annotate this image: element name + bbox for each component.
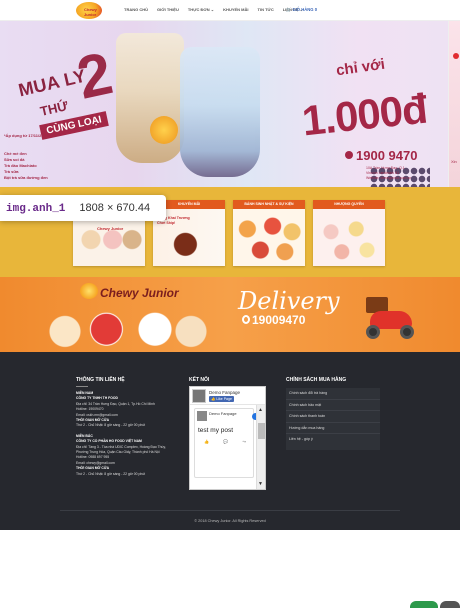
fb-header: Demo Fanpage 👍 Like Page [190, 387, 265, 405]
page: Chewy Junior TRANG CHỦ GIỚI THIỆU THỰC Đ… [0, 0, 460, 608]
policy-list: Chính sách đổi trả hàng Chính sách bảo m… [286, 388, 380, 450]
site-header: Chewy Junior TRANG CHỦ GIỚI THIỆU THỰC Đ… [0, 0, 460, 21]
hero-cup-image [116, 33, 184, 163]
comment-icon[interactable]: 💬 [223, 439, 228, 444]
cart-label: GIỎ HÀNG [292, 7, 314, 12]
peek-text: Xin [451, 159, 457, 164]
fb-page-avatar[interactable] [192, 389, 206, 403]
cart-count: 0 [314, 7, 318, 12]
policy-link[interactable]: Chính sách bảo mật [286, 400, 380, 411]
chat-widget-tab[interactable] [440, 601, 460, 608]
footer-heading: CHÍNH SÁCH MUA HÀNG [286, 377, 347, 383]
policy-link[interactable]: Hướng dẫn mua hàng [286, 423, 380, 434]
footer-divider [60, 510, 400, 511]
policy-link[interactable]: Liên hệ - góp ý [286, 434, 380, 446]
hero-cup-image [180, 47, 430, 187]
fb-scrollbar[interactable]: ▲ ▼ [256, 405, 265, 489]
promo-card-text: Chewy Junior [97, 226, 124, 231]
fb-post-actions: 👍 💬 ↪ [197, 439, 253, 444]
footer-heading: THÔNG TIN LIÊN HỆ [76, 377, 125, 383]
scrollbar-thumb[interactable] [258, 423, 265, 439]
hero-address: Website: chewyjunior.com.vn [366, 176, 412, 180]
promo-card-image [313, 209, 385, 266]
hero-addresses: 10A Trần Hưng Đạo, Q.1 Vincom Landmark 8… [366, 166, 411, 181]
fb-post-avatar [197, 411, 207, 421]
contact-south: MIỀN NAM CÔNG TY TNHH TH FOOD Địa chỉ: 34 … [76, 391, 166, 429]
promo-card-label: BÁNH SINH NHẬT & SỰ KIỆN [233, 200, 305, 209]
delivery-banner[interactable]: Chewy Junior Delivery 19009470 [0, 277, 460, 352]
facebook-page-widget[interactable]: Demo Fanpage 👍 Like Page Demo Fanpage te… [189, 386, 266, 490]
tooltip-dimensions: 1808 × 670.44 [79, 202, 151, 214]
promo-card-birthday[interactable]: BÁNH SINH NHẬT & SỰ KIỆN [233, 200, 305, 266]
tooltip-selector: img.anh_1 [6, 203, 66, 215]
delivery-brand: Chewy Junior [100, 286, 179, 300]
hero-subtitle: THỨ [38, 98, 70, 119]
nav-menu[interactable]: THỰC ĐƠN ⌄ [188, 7, 214, 12]
main-nav: TRANG CHỦ GIỚI THIỆU THỰC ĐƠN ⌄ KHUYẾN M… [124, 7, 303, 12]
cart-link[interactable]: 🛒 GIỎ HÀNG 0 [286, 7, 317, 13]
scroll-up-icon[interactable]: ▲ [258, 407, 263, 413]
like-icon[interactable]: 👍 [204, 439, 209, 444]
footer-contact: THÔNG TIN LIÊN HỆ MIỀN NAM CÔNG TY TNHH T… [76, 377, 166, 477]
peek-dot [453, 53, 459, 59]
footer-connect: KẾT NỐI [189, 377, 209, 383]
scroll-down-icon[interactable]: ▼ [258, 481, 263, 487]
delivery-title: Delivery [238, 287, 340, 315]
hero-logo-badge [150, 116, 178, 144]
footer-policy: CHÍNH SÁCH MUA HÀNG [286, 377, 346, 383]
hero-note: *Áp dụng từ 17/11/2017 [4, 133, 49, 138]
footer-heading: KẾT NỐI [189, 377, 210, 383]
policy-link[interactable]: Chính sách thanh toán [286, 411, 380, 423]
cart-icon: 🛒 [286, 7, 292, 12]
fb-post-text: test my post [198, 427, 234, 434]
delivery-phone: 19009470 [252, 313, 306, 327]
hero-title: MUA LY [16, 65, 88, 101]
promo-card-image [233, 209, 305, 266]
nav-promotions[interactable]: KHUYẾN MÃI [223, 7, 248, 12]
chat-widget-tab[interactable] [410, 601, 438, 608]
fb-page-name[interactable]: Demo Fanpage [209, 390, 240, 395]
scooter-icon [360, 293, 420, 343]
fb-post-author[interactable]: Demo Fanpage [209, 411, 237, 416]
promo-card-label: NHƯỢNG QUYỀN [313, 200, 385, 209]
contact-line: Thứ 2 - Chủ Nhật: 8 giờ sáng - 22 giờ 00… [76, 471, 146, 476]
policy-link[interactable]: Chính sách đổi trả hàng [286, 388, 380, 400]
hero-banner[interactable]: 2 MUA LY THỨ CÙNG LOẠI *Áp dụng từ 17/11… [0, 21, 448, 187]
brand-logo-text: Chewy Junior [84, 7, 97, 17]
nav-home[interactable]: TRANG CHỦ [124, 7, 148, 12]
hero-hotline: 1900 9470 [356, 148, 418, 163]
brand-logo[interactable]: Chewy Junior [76, 2, 102, 19]
devtools-element-tooltip: img.anh_1 1808 × 670.44 [0, 195, 166, 221]
hero-price-prefix: chỉ với [335, 55, 386, 80]
fb-like-button[interactable]: 👍 Like Page [209, 396, 234, 402]
nav-about[interactable]: GIỚI THIỆU [157, 7, 179, 12]
cakes-image [38, 305, 218, 349]
hero-price: 1.000đ [299, 84, 429, 145]
brand-logo-icon [80, 283, 98, 299]
hero-list-item: Bột trà sữa đường đen [4, 175, 48, 180]
phone-icon [345, 151, 353, 159]
next-slide-peek[interactable]: Xin [448, 21, 460, 187]
hero-product-list: Chè mè đen Sữa soi đá Trà đào Machiato T… [4, 151, 48, 181]
nav-news[interactable]: TIN TỨC [258, 7, 274, 12]
phone-icon [242, 315, 250, 324]
promo-card-franchise[interactable]: NHƯỢNG QUYỀN [313, 200, 385, 266]
copyright: © 2018 Chewy Junior. All Rights Reserved [194, 519, 266, 523]
fb-post[interactable]: Demo Fanpage test my post 👍 💬 ↪ [194, 408, 259, 478]
share-icon[interactable]: ↪ [243, 439, 246, 444]
contact-north: MIỀN BẮC CÔNG TY CỔ PHẦN HG FOOD VIỆT NAM… [76, 434, 166, 477]
